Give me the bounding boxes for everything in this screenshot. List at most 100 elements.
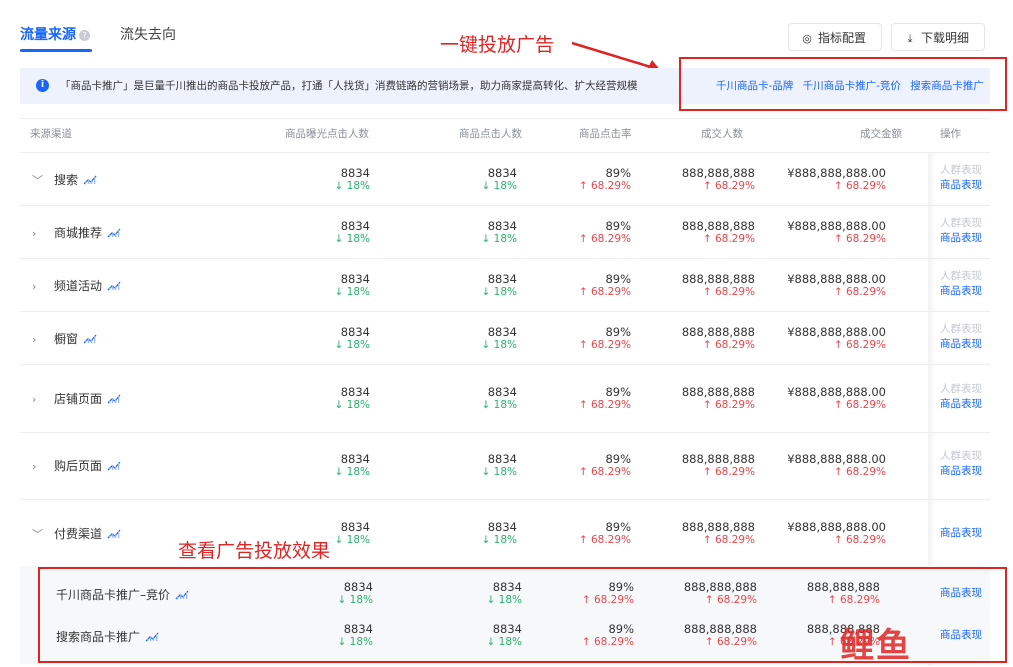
trend-chart-icon[interactable] (78, 332, 97, 346)
metric-cell: 8834 ↓ 18% (335, 325, 370, 352)
link-search-card[interactable]: 搜索商品卡推广 (910, 80, 984, 92)
trend-chart-icon[interactable] (102, 392, 121, 406)
source-channel-2[interactable]: › 频道活动 (32, 277, 121, 294)
crowd-performance-link[interactable]: 人群表现 (940, 216, 982, 231)
source-channel-5[interactable]: › 购后页面 (32, 457, 121, 474)
metric-cell: 8834 ↓ 18% (335, 520, 370, 547)
metric-value: ¥888,888,888.00 (787, 219, 886, 233)
product-performance-link[interactable]: 商品表现 (940, 464, 982, 479)
metric-cell: 89% ↑ 68.29% (579, 520, 631, 547)
crowd-performance-link[interactable]: 人群表现 (940, 163, 982, 178)
product-performance-link[interactable]: 商品表现 (940, 178, 982, 193)
row-actions: 人群表现 商品表现 (940, 163, 982, 193)
metric-value: 888,888,888 (681, 452, 755, 466)
source-channel-label: 商城推荐 (54, 226, 103, 240)
metric-delta-up: ↑ 68.29% (833, 534, 886, 546)
metric-config-button[interactable]: ◎ 指标配置 (788, 23, 882, 51)
chevron-right-icon[interactable]: › (32, 280, 46, 293)
divider (20, 311, 990, 312)
tab-traffic-loss[interactable]: 流失去向 (120, 24, 176, 44)
source-channel-4[interactable]: › 店铺页面 (32, 390, 121, 407)
metric-cell: 888,888,888 ↑ 68.29% (682, 520, 755, 547)
active-tab-indicator (20, 49, 92, 52)
chevron-right-icon[interactable]: › (32, 333, 46, 346)
metric-delta-up: ↑ 68.29% (702, 466, 755, 478)
metric-cell: 89% ↑ 68.29% (579, 219, 631, 246)
trend-chart-icon[interactable] (102, 527, 121, 541)
metric-cell: 8834 ↓ 18% (482, 219, 517, 246)
metric-delta-down: ↓ 18% (334, 399, 370, 411)
download-detail-button[interactable]: ⤓ 下载明细 (891, 23, 985, 51)
metric-value: 888,888,888 (681, 219, 755, 233)
metric-delta-up: ↑ 68.29% (702, 339, 755, 351)
source-channel-label: 频道活动 (54, 279, 103, 293)
source-channel-1[interactable]: › 商城推荐 (32, 224, 121, 241)
metric-cell: 89% ↑ 68.29% (579, 166, 631, 193)
source-channel-0[interactable]: ﹀ 搜索 (32, 171, 97, 188)
metric-cell: ¥888,888,888.00 ↑ 68.29% (787, 520, 886, 547)
trend-chart-icon[interactable] (102, 279, 121, 293)
metric-value: 8834 (487, 219, 517, 233)
metric-delta-up: ↑ 68.29% (702, 286, 755, 298)
crowd-performance-link[interactable]: 人群表现 (940, 322, 982, 337)
row-actions: 人群表现 商品表现 (940, 322, 982, 352)
tab-label: 流量来源 (20, 27, 76, 43)
chevron-right-icon[interactable]: › (32, 460, 46, 473)
product-performance-link[interactable]: 商品表现 (940, 397, 982, 412)
metric-value: 8834 (487, 166, 517, 180)
metric-delta-up: ↑ 68.29% (833, 339, 886, 351)
metric-value: 89% (605, 219, 631, 233)
chevron-right-icon[interactable]: › (32, 227, 46, 240)
product-performance-link[interactable]: 商品表现 (940, 231, 982, 246)
source-channel-3[interactable]: › 橱窗 (32, 330, 97, 347)
source-channel-6[interactable]: ﹀ 付费渠道 (32, 525, 121, 542)
row-actions: 人群表现 商品表现 (940, 216, 982, 246)
metric-value: 89% (605, 520, 631, 534)
crowd-performance-link[interactable]: 人群表现 (940, 382, 982, 397)
col-header-clicks[interactable]: 商品点击人数 (459, 126, 522, 141)
watermark-logo: 鲤鱼 (840, 626, 912, 666)
metric-value: 8834 (487, 452, 517, 466)
metric-value: 8834 (487, 520, 517, 534)
tab-traffic-source[interactable]: 流量来源? (20, 24, 90, 44)
row-actions: 人群表现 商品表现 (940, 449, 982, 479)
source-channel-label: 购后页面 (54, 459, 103, 473)
source-channel-label: 付费渠道 (54, 527, 103, 541)
metric-cell: 89% ↑ 68.29% (579, 385, 631, 412)
col-header-exposure-clicks[interactable]: 商品曝光点击人数 (285, 126, 369, 141)
crowd-performance-link[interactable]: 人群表现 (940, 269, 982, 284)
crowd-performance-link[interactable]: 人群表现 (940, 449, 982, 464)
trend-chart-icon[interactable] (78, 173, 97, 187)
metric-delta-down: ↓ 18% (481, 233, 517, 245)
metric-cell: ¥888,888,888.00 ↑ 68.29% (787, 166, 886, 193)
product-performance-link[interactable]: 商品表现 (940, 337, 982, 352)
metric-cell: 8834 ↓ 18% (482, 520, 517, 547)
metric-cell: 888,888,888 ↑ 68.29% (682, 272, 755, 299)
metric-cell: ¥888,888,888.00 ↑ 68.29% (787, 452, 886, 479)
metric-value: 888,888,888 (681, 166, 755, 180)
metric-value: 8834 (487, 272, 517, 286)
col-header-gmv[interactable]: 成交金额 (860, 126, 902, 141)
col-header-source: 来源渠道 (30, 128, 72, 140)
metric-delta-up: ↑ 68.29% (702, 233, 755, 245)
metric-value: 888,888,888 (681, 385, 755, 399)
trend-chart-icon[interactable] (102, 459, 121, 473)
col-header-buyers[interactable]: 成交人数 (701, 126, 743, 141)
metric-value: 89% (605, 325, 631, 339)
trend-chart-icon[interactable] (102, 226, 121, 240)
chevron-down-icon[interactable]: ﹀ (32, 172, 46, 188)
metric-delta-up: ↑ 68.29% (578, 399, 631, 411)
metric-value: ¥888,888,888.00 (787, 325, 886, 339)
link-qianchuan-bidding[interactable]: 千川商品卡推广-竞价 (803, 80, 901, 92)
chevron-down-icon[interactable]: ﹀ (32, 526, 46, 542)
link-qianchuan-brand[interactable]: 千川商品卡-品牌 (716, 80, 793, 92)
metric-value: 8834 (340, 166, 370, 180)
product-performance-link[interactable]: 商品表现 (940, 526, 982, 541)
product-performance-link[interactable]: 商品表现 (940, 284, 982, 299)
chevron-right-icon[interactable]: › (32, 393, 46, 406)
source-channel-label: 店铺页面 (54, 392, 103, 406)
metric-value: ¥888,888,888.00 (787, 385, 886, 399)
help-icon[interactable]: ? (79, 29, 90, 41)
col-header-ctr[interactable]: 商品点击率 (579, 126, 632, 141)
metric-config-label: 指标配置 (818, 31, 867, 45)
